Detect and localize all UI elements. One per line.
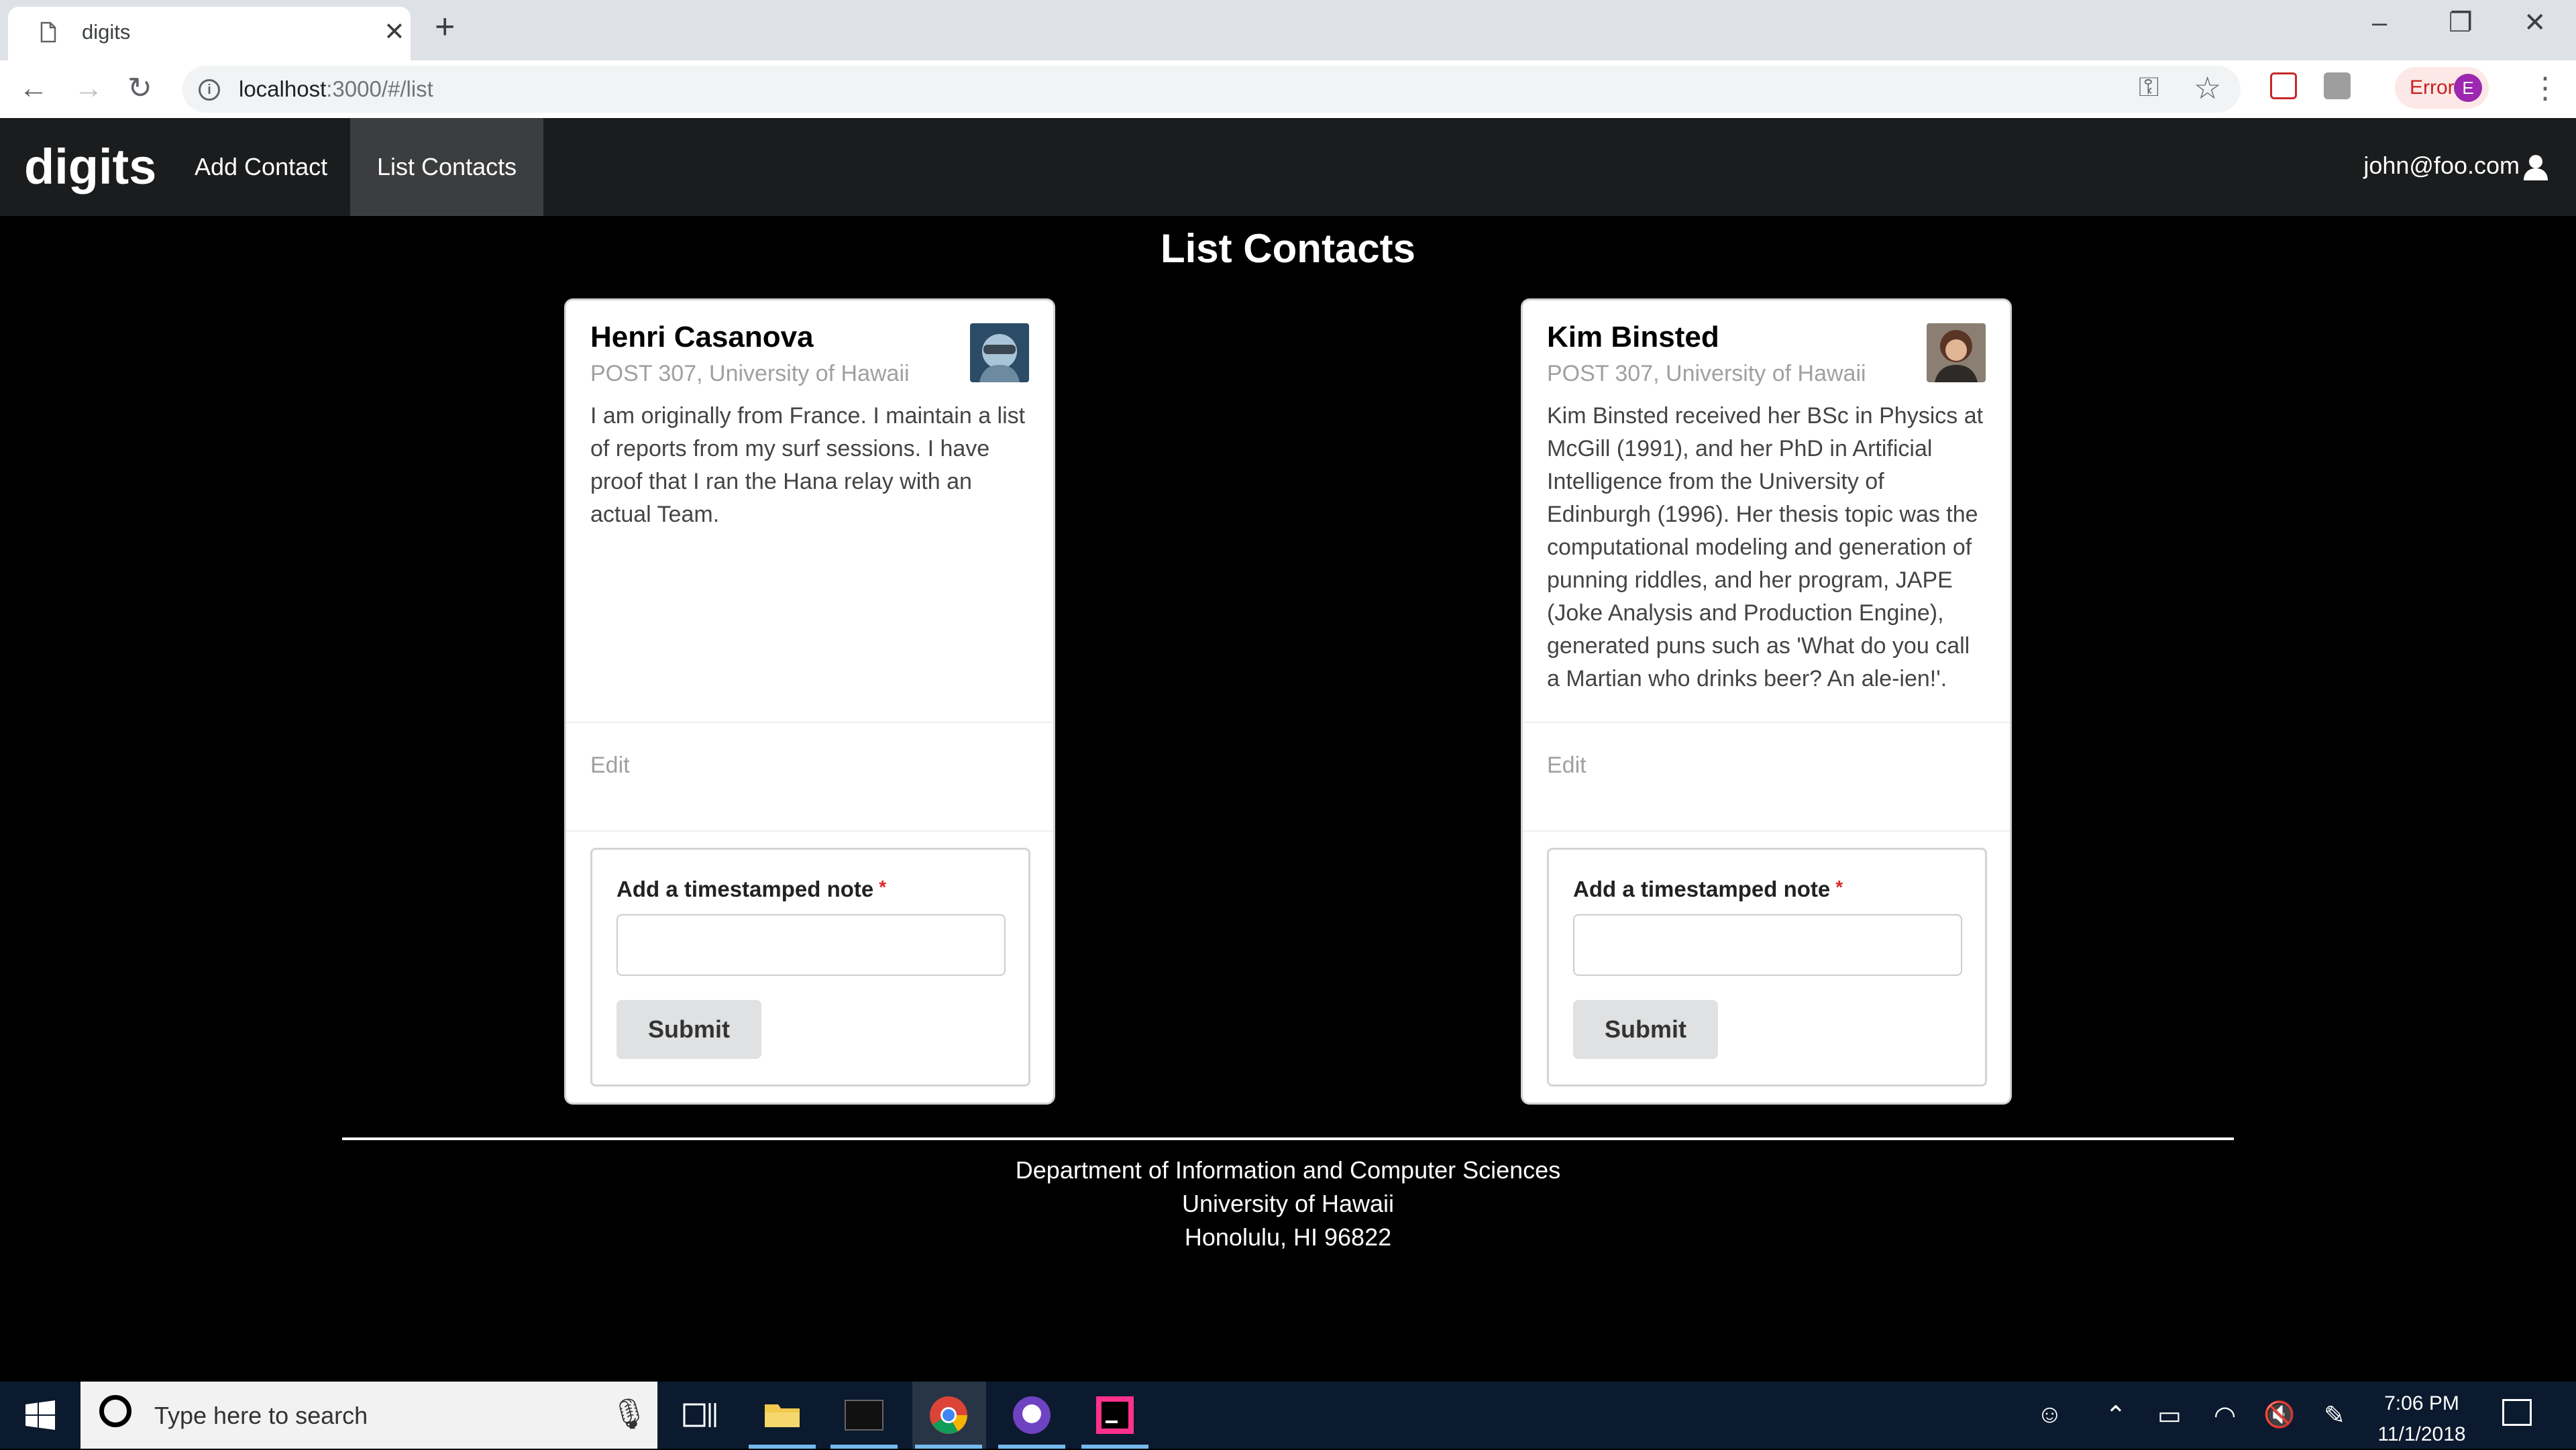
restore-icon[interactable]: ❐ [2449,7,2473,39]
show-hidden-icons-icon[interactable]: ⌃ [2105,1400,2127,1431]
pen-icon[interactable]: ✎ [2324,1400,2345,1431]
address-bar[interactable]: i localhost:3000/#/list ⚿ ☆ [182,66,2241,113]
clock-time: 7:06 PM [2384,1392,2459,1414]
note-input[interactable] [1573,914,1962,976]
user-email: john@foo.com [2363,152,2520,179]
cortana-icon[interactable] [99,1395,131,1427]
contact-card: Kim Binsted POST 307, University of Hawa… [1523,300,2010,1103]
volume-muted-icon[interactable]: 🔇 [2263,1400,2295,1430]
chrome-active-indicator [915,1445,982,1449]
card-extra: Edit [566,722,1053,832]
edit-link[interactable]: Edit [590,752,630,779]
key-icon[interactable]: ⚿ [2139,72,2159,103]
submit-button[interactable]: Submit [1573,1000,1718,1059]
url-text[interactable]: localhost:3000/#/list [239,76,433,102]
avatar: E [2454,74,2482,102]
contact-address: POST 307, University of Hawaii [1547,361,1866,386]
nav-list-contacts[interactable]: List Contacts [350,118,544,216]
footer-address: Honolulu, HI 96822 [1184,1223,1392,1251]
required-asterisk: * [1835,877,1843,897]
contact-card: Henri Casanova POST 307, University of H… [566,300,1053,1103]
note-label: Add a timestamped note * [1573,877,1843,901]
browser-tab-strip: digits ✕ + – ❐ ✕ [0,0,2576,60]
menu-icon[interactable]: ⋮ [2530,71,2560,105]
file-explorer-active-indicator [749,1445,816,1449]
contact-photo [970,323,1029,382]
contact-description: Kim Binsted received her BSc in Physics … [1547,403,1984,691]
pocket-extension-icon[interactable] [2270,72,2297,99]
terminal-icon[interactable] [843,1394,885,1437]
extension-icon[interactable] [2324,72,2351,99]
card-extra: Edit [1523,722,2010,832]
back-icon[interactable]: ← [19,70,48,107]
page-icon [40,21,56,43]
user-menu[interactable]: john@foo.com [2363,152,2549,181]
user-icon [2524,155,2548,181]
microphone-icon[interactable]: 🎙 [610,1396,648,1431]
tab-title: digits [82,20,131,44]
clock-date: 11/1/2018 [2377,1423,2466,1445]
required-asterisk: * [879,877,887,897]
site-info-icon[interactable]: i [199,79,220,101]
github-desktop-icon[interactable] [1010,1394,1053,1437]
window-close-icon[interactable]: ✕ [2524,7,2546,39]
note-form: Add a timestamped note * Submit [590,848,1030,1086]
note-form: Add a timestamped note * Submit [1547,848,1987,1086]
new-tab-icon[interactable]: + [435,9,455,44]
profile-error-button[interactable]: Error E [2395,67,2489,109]
app-navbar: digits Add Contact List Contacts john@fo… [0,118,2576,216]
footer-department: Department of Information and Computer S… [1015,1156,1561,1184]
note-input[interactable] [616,914,1006,976]
note-label: Add a timestamped note * [616,877,887,901]
bookmark-star-icon[interactable]: ☆ [2194,70,2221,106]
intellij-icon[interactable] [1093,1394,1136,1437]
reload-icon[interactable]: ↻ [127,70,152,107]
notification-icon[interactable] [2502,1399,2532,1426]
contact-description: I am originally from France. I maintain … [590,403,1026,527]
footer-divider [342,1137,2234,1140]
taskbar-search[interactable]: Type here to search 🎙 [80,1382,657,1449]
clock[interactable]: 7:06 PM 11/1/2018 [2361,1388,2482,1450]
browser-tab[interactable]: digits ✕ [8,7,411,60]
contact-address: POST 307, University of Hawaii [590,361,910,386]
file-explorer-icon[interactable] [761,1394,804,1437]
battery-icon[interactable]: ▭ [2157,1400,2182,1431]
minimize-icon[interactable]: – [2372,7,2387,39]
nav-add-contact[interactable]: Add Contact [168,118,354,216]
brand-logo[interactable]: digits [24,138,156,195]
error-label: Error [2410,76,2455,99]
intellij-active-indicator [1081,1445,1148,1449]
terminal-active-indicator [830,1445,898,1449]
tab-close-icon[interactable]: ✕ [384,16,405,48]
taskbar: Type here to search 🎙 ☺ ⌃ ▭ ◠ 🔇 ✎ 7:06 P… [0,1382,2576,1449]
windows-start-icon[interactable] [25,1400,55,1430]
contact-name: Henri Casanova [590,321,814,353]
task-view-icon[interactable] [678,1394,720,1437]
footer-university: University of Hawaii [1181,1190,1395,1217]
footer: Department of Information and Computer S… [0,1154,2576,1254]
people-icon[interactable]: ☺ [2037,1400,2063,1429]
chrome-icon[interactable] [927,1394,970,1437]
wifi-icon[interactable]: ◠ [2214,1400,2236,1431]
edit-link[interactable]: Edit [1547,752,1587,779]
contact-name: Kim Binsted [1547,321,1719,353]
submit-button[interactable]: Submit [616,1000,761,1059]
forward-icon[interactable]: → [74,70,103,107]
github-active-indicator [998,1445,1065,1449]
page-title: List Contacts [1160,226,1416,271]
contact-photo [1927,323,1986,382]
browser-toolbar: ← → ↻ i localhost:3000/#/list ⚿ ☆ Error … [0,60,2576,119]
search-placeholder: Type here to search [154,1402,368,1429]
